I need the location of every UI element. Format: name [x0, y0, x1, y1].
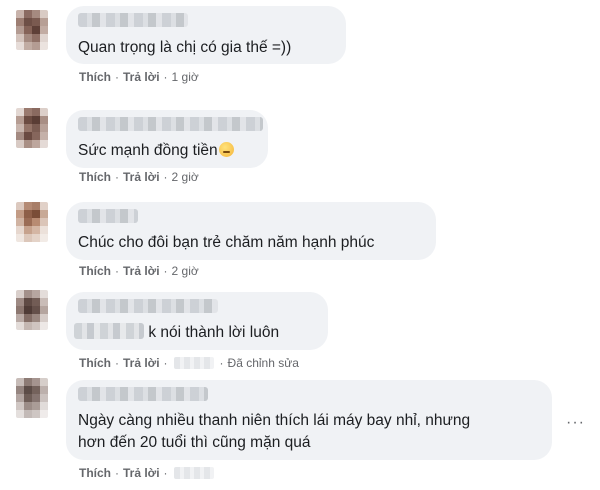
- like-button[interactable]: Thích: [79, 356, 111, 370]
- separator: ·: [115, 466, 119, 480]
- comment-text-line-2: hơn đến 20 tuổi thì cũng mặn quá: [78, 434, 311, 451]
- comment-actions: Thích · Trả lời · 1 giờ: [79, 70, 199, 84]
- separator: ·: [163, 170, 168, 184]
- edited-label[interactable]: Đã chỉnh sửa: [228, 356, 299, 370]
- author-name[interactable]: [78, 13, 188, 27]
- avatar[interactable]: [16, 108, 48, 148]
- comment-text: Sức mạnh đồng tiền: [78, 140, 234, 162]
- avatar[interactable]: [16, 290, 48, 330]
- reply-button[interactable]: Trả lời: [123, 170, 160, 184]
- comment-bubble: Chúc cho đôi bạn trẻ chăm năm hạnh phúc: [66, 202, 436, 260]
- separator: ·: [115, 70, 119, 84]
- like-button[interactable]: Thích: [79, 264, 111, 278]
- comment-actions: Thích · Trả lời · 2 giờ: [79, 264, 199, 278]
- like-button[interactable]: Thích: [79, 70, 111, 84]
- separator: ·: [115, 356, 119, 370]
- separator: ·: [219, 356, 224, 370]
- redacted-timestamp: [173, 357, 214, 369]
- sad-face-emoji-icon: [218, 142, 234, 157]
- separator: ·: [115, 170, 119, 184]
- comment-bubble: k nói thành lời luôn: [66, 292, 328, 350]
- author-name[interactable]: [78, 117, 263, 131]
- comment-text-content: k nói thành lời luôn: [148, 324, 280, 341]
- more-options-icon[interactable]: ···: [566, 415, 585, 431]
- separator: ·: [115, 264, 119, 278]
- redacted-text: [74, 323, 144, 339]
- author-name[interactable]: [78, 299, 218, 313]
- author-name[interactable]: [78, 387, 208, 401]
- comment-text: Chúc cho đôi bạn trẻ chăm năm hạnh phúc: [78, 234, 375, 251]
- comment-bubble: Sức mạnh đồng tiền: [66, 110, 268, 168]
- like-button[interactable]: Thích: [79, 466, 111, 480]
- separator: ·: [163, 466, 168, 480]
- avatar[interactable]: [16, 10, 48, 50]
- separator: ·: [163, 264, 168, 278]
- reply-button[interactable]: Trả lời: [123, 356, 160, 370]
- separator: ·: [163, 356, 168, 370]
- avatar[interactable]: [16, 378, 48, 418]
- comment-text-content: Sức mạnh đồng tiền: [78, 142, 218, 159]
- timestamp[interactable]: 2 giờ: [172, 170, 199, 184]
- author-name[interactable]: [78, 209, 138, 223]
- comment-text-line-1: Ngày càng nhiều thanh niên thích lái máy…: [78, 412, 471, 429]
- reply-button[interactable]: Trả lời: [123, 264, 160, 278]
- redacted-timestamp: [173, 467, 214, 479]
- reply-button[interactable]: Trả lời: [123, 70, 160, 84]
- comment-actions: Thích · Trả lời · 2 giờ: [79, 170, 199, 184]
- timestamp[interactable]: 2 giờ: [172, 264, 199, 278]
- separator: ·: [163, 70, 168, 84]
- comment-text: k nói thành lời luôn: [74, 322, 279, 344]
- comment-text: Quan trọng là chị có gia thế =)): [78, 39, 292, 56]
- reply-button[interactable]: Trả lời: [123, 466, 160, 480]
- like-button[interactable]: Thích: [79, 170, 111, 184]
- comment-actions: Thích · Trả lời · · Đã chỉnh sửa: [79, 356, 299, 370]
- comment-actions: Thích · Trả lời ·: [79, 466, 216, 480]
- comment-bubble: Ngày càng nhiều thanh niên thích lái máy…: [66, 380, 552, 460]
- comment-bubble: Quan trọng là chị có gia thế =)): [66, 6, 346, 64]
- timestamp[interactable]: 1 giờ: [172, 70, 199, 84]
- avatar[interactable]: [16, 202, 48, 242]
